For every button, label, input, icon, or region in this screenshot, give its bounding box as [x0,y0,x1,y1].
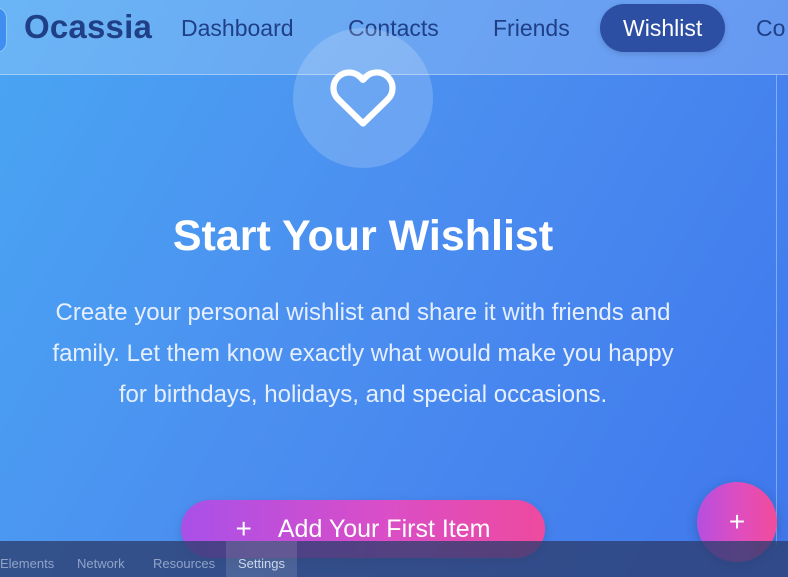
brand-name[interactable]: Ocassia [24,8,152,46]
plus-icon: + [235,513,252,544]
add-first-item-label: Add Your First Item [277,514,491,543]
devtools-tab-elements[interactable]: Elements [0,541,54,577]
fab-plus-icon: + [728,506,746,537]
devtools-tab-resources[interactable]: Resources [153,541,215,577]
nav-collections[interactable]: Co [756,4,785,52]
heart-icon-circle [293,28,433,168]
devtools-tab-network[interactable]: Network [77,541,125,577]
empty-state-description: Create your personal wishlist and share … [52,299,674,408]
nav-friends[interactable]: Friends [493,4,570,52]
devtools-tab-settings[interactable]: Settings [226,541,297,577]
nav-dashboard[interactable]: Dashboard [181,4,294,52]
content-right-border [776,75,777,545]
empty-state-title: Start Your Wishlist [172,212,554,260]
heart-outline-icon [330,69,396,127]
devtools-bar: Elements Network Resources Settings [0,541,788,577]
nav-wishlist[interactable]: Wishlist [600,4,726,52]
logo-icon[interactable] [0,8,6,52]
